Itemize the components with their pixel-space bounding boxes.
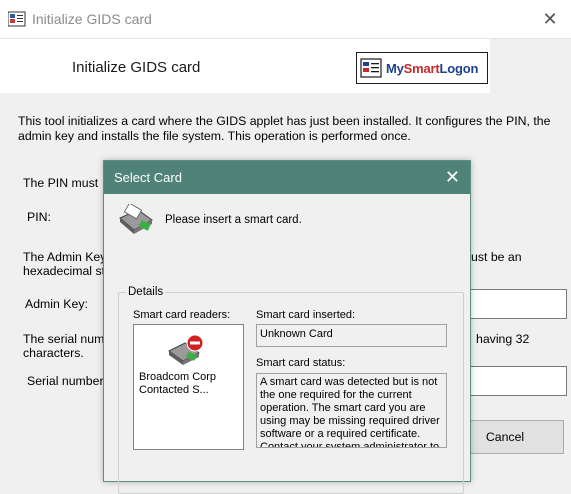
- reader-error-icon: [168, 334, 204, 365]
- dialog-title-bar: Select Card ✕: [104, 161, 470, 194]
- app-icon: [8, 11, 26, 27]
- description-text: This tool initializes a card where the G…: [18, 114, 551, 143]
- admin-key-label: Admin Key:: [25, 297, 88, 311]
- dialog-title: Select Card: [114, 170, 182, 185]
- serial-note: The serial num: [23, 332, 105, 346]
- mysmartlogon-logo: MySmartLogon: [356, 52, 488, 84]
- pin-note: The PIN must: [23, 176, 99, 190]
- readers-list[interactable]: Broadcom Corp Contacted S...: [133, 324, 244, 450]
- readers-label: Smart card readers:: [133, 309, 231, 321]
- dialog-close-icon[interactable]: ✕: [445, 167, 460, 188]
- card-status-label: Smart card status:: [256, 357, 346, 369]
- pin-label: PIN:: [27, 210, 51, 224]
- window-title: Initialize GIDS card: [32, 11, 152, 27]
- serial-note-line2: characters.: [23, 346, 84, 360]
- details-legend: Details: [126, 286, 166, 298]
- card-inserted-label: Smart card inserted:: [256, 309, 356, 321]
- serial-number-label: Serial number:: [27, 374, 107, 388]
- insert-card-message: Please insert a smart card.: [165, 214, 302, 226]
- dialog-body: Please insert a smart card. Details Smar…: [104, 194, 470, 494]
- logo-icon: [360, 58, 382, 78]
- title-bar: Initialize GIDS card ✕: [0, 0, 571, 39]
- card-inserted-value: Unknown Card: [256, 324, 447, 347]
- select-card-dialog: Select Card ✕ Please insert a smart card…: [103, 160, 471, 494]
- close-icon[interactable]: ✕: [537, 6, 563, 32]
- admin-key-note: The Admin Key: [23, 250, 107, 264]
- card-status-text[interactable]: A smart card was detected but is not the…: [256, 373, 447, 448]
- admin-key-input[interactable]: [468, 289, 567, 319]
- logo-text: MySmartLogon: [386, 60, 479, 76]
- reader-name: Broadcom Corp Contacted S...: [139, 371, 217, 396]
- admin-key-note-line2: hexadecimal st: [23, 264, 106, 278]
- page-title: Initialize GIDS card: [72, 59, 201, 76]
- smart-card-reader-icon: [119, 204, 153, 234]
- serial-number-input[interactable]: [468, 366, 567, 396]
- serial-note-right: having 32: [476, 332, 530, 346]
- admin-key-note-right: ust be an: [471, 250, 522, 264]
